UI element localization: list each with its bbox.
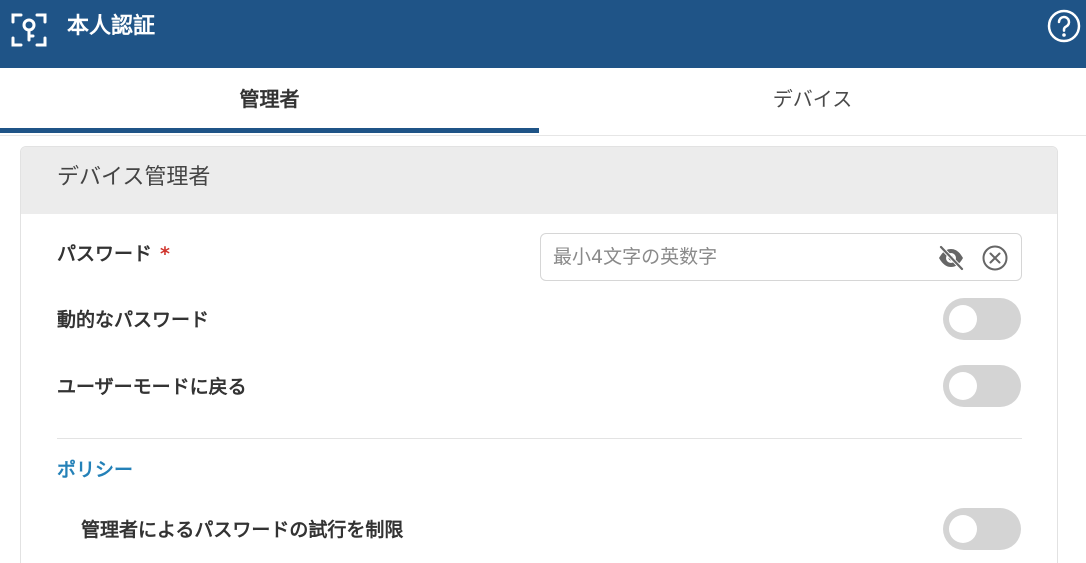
return-user-mode-label: ユーザーモードに戻る [57, 376, 247, 398]
clear-circle-icon[interactable] [981, 244, 1009, 272]
help-circle-icon[interactable] [1047, 9, 1081, 43]
tab-device[interactable]: デバイス [539, 68, 1086, 135]
device-admin-card: デバイス管理者 パスワード * 動的なパスワード ユーザーモードに戻る ポリシー … [20, 146, 1058, 563]
toggle-knob [949, 515, 977, 543]
limit-attempts-toggle[interactable] [943, 508, 1021, 550]
eye-off-icon[interactable] [937, 244, 965, 272]
card-header: デバイス管理者 [21, 147, 1057, 214]
password-label: パスワード * [57, 241, 170, 267]
section-divider [57, 438, 1022, 439]
page-title: 本人認証 [67, 14, 156, 39]
card-title: デバイス管理者 [57, 165, 211, 190]
limit-attempts-label: 管理者によるパスワードの試行を制限 [81, 519, 404, 541]
password-input[interactable] [553, 242, 923, 272]
tab-bar: 管理者 デバイス [0, 68, 1086, 136]
app-header: 本人認証 [0, 0, 1086, 68]
active-tab-indicator [0, 128, 539, 133]
toggle-knob [949, 372, 977, 400]
required-mark: * [160, 243, 170, 265]
toggle-knob [949, 305, 977, 333]
dynamic-password-toggle[interactable] [943, 298, 1021, 340]
key-scan-icon [11, 13, 47, 47]
tab-admin[interactable]: 管理者 [0, 68, 539, 135]
password-field [540, 233, 1022, 281]
dynamic-password-label: 動的なパスワード [57, 309, 210, 331]
policy-section-title: ポリシー [57, 459, 134, 481]
return-user-mode-toggle[interactable] [943, 365, 1021, 407]
password-label-text: パスワード [57, 243, 153, 265]
